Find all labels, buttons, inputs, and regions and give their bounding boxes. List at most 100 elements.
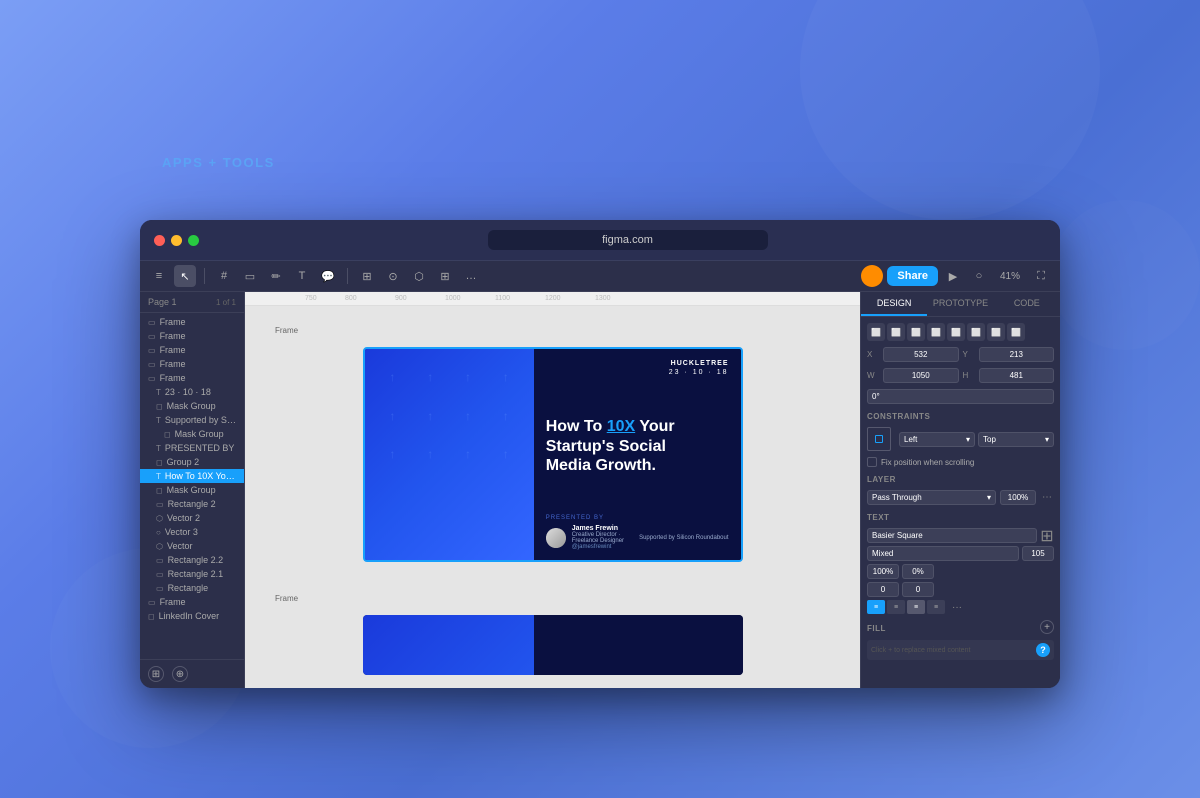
indent-input[interactable]: 0	[867, 582, 899, 597]
align-center-btn[interactable]: ≡	[887, 600, 905, 614]
presented-by-label: PRESENTED BY	[546, 515, 729, 521]
layer-item[interactable]: ▭ Frame	[140, 343, 244, 357]
pen-icon[interactable]: ✏	[265, 265, 287, 287]
font-style-input[interactable]: Mixed	[867, 546, 1019, 561]
align-left-btn[interactable]: ≡	[867, 600, 885, 614]
align-bottom[interactable]: ⬜	[967, 323, 985, 341]
layer-item[interactable]: ⬡ Vector 2	[140, 511, 244, 525]
font-style-row: Mixed 105	[867, 546, 1054, 561]
layer-item[interactable]: ▭ Frame	[140, 357, 244, 371]
tab-prototype[interactable]: PROTOTYPE	[927, 292, 993, 316]
blend-mode-select[interactable]: Pass Through ▾	[867, 490, 996, 505]
mask-icon[interactable]: ⊙	[382, 265, 404, 287]
letter-spacing-input[interactable]: 0%	[902, 564, 934, 579]
h-input[interactable]: 481	[979, 368, 1055, 383]
layer-item[interactable]: T Supported by Silicon Roundab...	[140, 413, 244, 427]
layer-item[interactable]: ▭ Rectangle 2	[140, 497, 244, 511]
layer-icon: T	[156, 472, 161, 481]
x-input[interactable]: 532	[883, 347, 959, 362]
fix-scroll-checkbox[interactable]	[867, 457, 877, 467]
layer-item[interactable]: ▭ Rectangle 2.2	[140, 553, 244, 567]
layer-item[interactable]: T 23 · 10 · 18	[140, 385, 244, 399]
fill-add-button[interactable]: +	[1040, 620, 1054, 634]
align-right-btn[interactable]: ≡	[907, 600, 925, 614]
layer-item[interactable]: ▭ Frame	[140, 595, 244, 609]
distribute-v[interactable]: ⬜	[1007, 323, 1025, 341]
layer-item[interactable]: ◻ Mask Group	[140, 399, 244, 413]
zoom-indicator[interactable]: 41%	[1000, 271, 1020, 282]
constraint-v[interactable]: Top ▾	[978, 432, 1054, 447]
layer-item[interactable]: ▭ Rectangle	[140, 581, 244, 595]
traffic-light-yellow[interactable]	[171, 235, 182, 246]
distribute-h[interactable]: ⬜	[987, 323, 1005, 341]
align-right[interactable]: ⬜	[907, 323, 925, 341]
layer-item[interactable]: ◻ Group 2	[140, 455, 244, 469]
play-icon[interactable]: ▶	[942, 265, 964, 287]
toolbar-sep-2	[347, 268, 348, 284]
layer-item[interactable]: ▭ Frame	[140, 371, 244, 385]
traffic-light-green[interactable]	[188, 235, 199, 246]
supported-by: Supported by Silicon Roundabout	[639, 535, 728, 541]
presenter-avatar	[546, 528, 566, 548]
plugin-icon[interactable]: ⬡	[408, 265, 430, 287]
arrow: ↑	[375, 359, 411, 396]
line-height-input[interactable]: 100%	[867, 564, 899, 579]
align-top[interactable]: ⬜	[927, 323, 945, 341]
fullscreen-icon[interactable]: ⛶	[1030, 265, 1052, 287]
y-input[interactable]: 213	[979, 347, 1055, 362]
layer-item[interactable]: ▭ Frame	[140, 329, 244, 343]
layout-icon[interactable]: ⊞	[434, 265, 456, 287]
rotation-input[interactable]: 0°	[867, 389, 1054, 404]
indent2-input[interactable]: 0	[902, 582, 934, 597]
x-label: X	[867, 350, 879, 359]
opacity-input[interactable]: 100%	[1000, 490, 1036, 505]
share-button[interactable]: Share	[887, 266, 938, 286]
layer-item[interactable]: ▭ Frame	[140, 315, 244, 329]
layer-item[interactable]: ◻ LinkedIn Cover	[140, 609, 244, 623]
layer-item[interactable]: ◻ Mask Group	[140, 483, 244, 497]
panel-footer-icon-2[interactable]: ⊕	[172, 666, 188, 682]
tab-design[interactable]: DESIGN	[861, 292, 927, 316]
component-icon[interactable]: ⊞	[356, 265, 378, 287]
align-justify-btn[interactable]: ≡	[927, 600, 945, 614]
fill-hint: Click + to replace mixed content ?	[867, 640, 1054, 660]
text-icon[interactable]: T	[291, 265, 313, 287]
layer-item[interactable]: ▭ Rectangle 2.1	[140, 567, 244, 581]
fill-hint-icon[interactable]: ?	[1036, 643, 1050, 657]
shape-icon[interactable]: ▭	[239, 265, 261, 287]
select-icon[interactable]: ↖	[174, 265, 196, 287]
align-middle[interactable]: ⬜	[947, 323, 965, 341]
align-center-h[interactable]: ⬜	[887, 323, 905, 341]
comment-icon[interactable]: 💬	[317, 265, 339, 287]
layer-label: Vector 2	[167, 513, 200, 523]
layer-item-selected[interactable]: T How To 10X Your Startup's So...	[140, 469, 244, 483]
user-avatar	[861, 265, 883, 287]
menu-icon[interactable]: ≡	[148, 265, 170, 287]
layer-item[interactable]: T PRESENTED BY	[140, 441, 244, 455]
text-more-btn[interactable]: ···	[948, 600, 966, 614]
layer-item[interactable]: ○ Vector 3	[140, 525, 244, 539]
layer-more-icon[interactable]: ⋯	[1040, 491, 1054, 505]
slide-frame-1[interactable]: ↑ ↑ ↑ ↑ ↑ ↑ ↑ ↑ ↑ ↑ ↑ ↑	[363, 347, 743, 562]
eye-icon[interactable]: ○	[968, 265, 990, 287]
layer-label: Vector	[167, 541, 193, 551]
constraint-h[interactable]: Left ▾	[899, 432, 975, 447]
text-style-buttons: ≡ ≡ ≡ ≡	[867, 600, 945, 614]
panel-footer-icon-1[interactable]: ⊞	[148, 666, 164, 682]
traffic-light-red[interactable]	[154, 235, 165, 246]
w-input[interactable]: 1050	[883, 368, 959, 383]
address-bar[interactable]: figma.com	[488, 230, 768, 250]
align-left[interactable]: ⬜	[867, 323, 885, 341]
layer-section: Pass Through ▾ 100% ⋯	[867, 490, 1054, 505]
font-family-input[interactable]: Basier Square	[867, 528, 1037, 543]
url-text: figma.com	[602, 234, 653, 246]
layer-item[interactable]: ◻ Mask Group	[140, 427, 244, 441]
layer-item[interactable]: ⬡ Vector	[140, 539, 244, 553]
font-size-input[interactable]: 105	[1022, 546, 1054, 561]
canvas-area[interactable]: 750 800 900 1000 1100 1200 1300 Frame	[245, 292, 860, 688]
tab-code[interactable]: CODE	[994, 292, 1060, 316]
frame-icon[interactable]: #	[213, 265, 235, 287]
frame2-gradient	[363, 615, 534, 675]
more-tools-icon[interactable]: …	[460, 265, 482, 287]
slide-frame-2[interactable]	[363, 615, 743, 675]
